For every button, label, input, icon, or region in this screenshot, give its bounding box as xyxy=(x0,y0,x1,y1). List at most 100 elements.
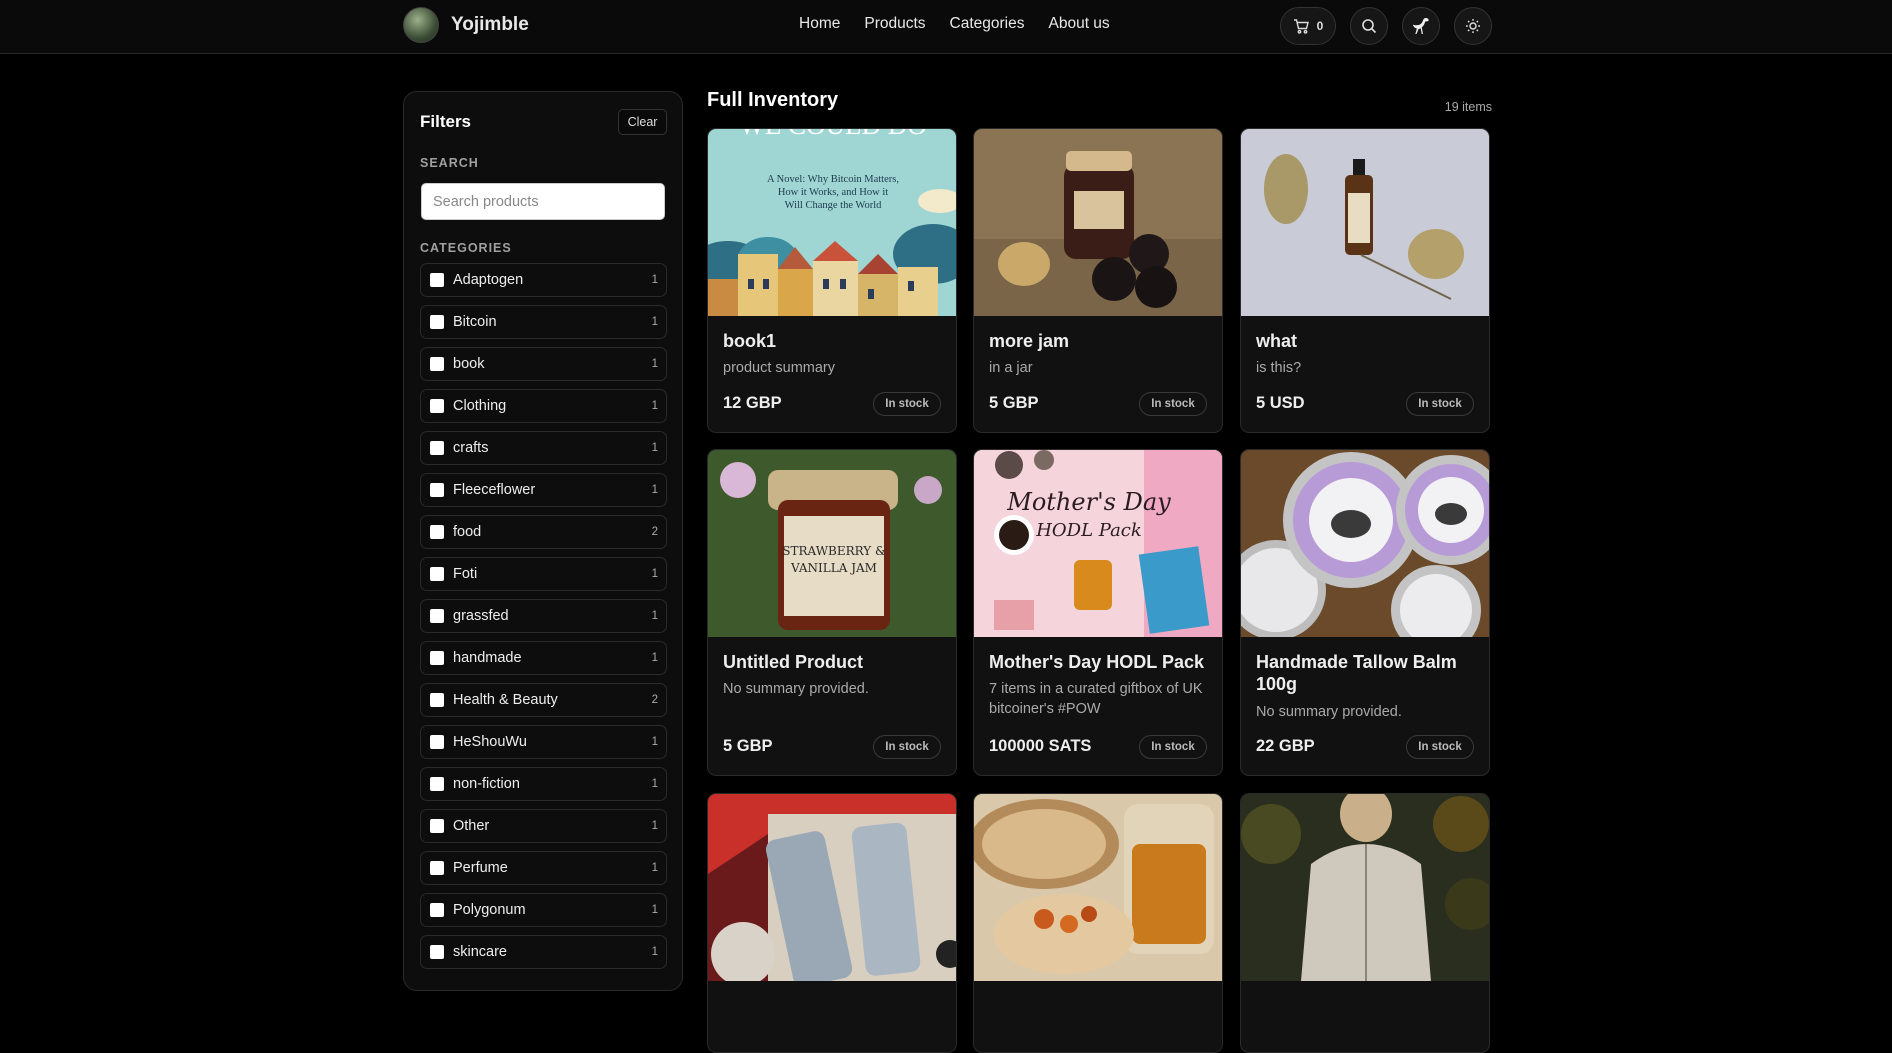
category-checkbox[interactable] xyxy=(430,609,444,623)
category-label: book xyxy=(453,356,485,372)
product-summary: No summary provided. xyxy=(1256,704,1402,720)
category-checkbox[interactable] xyxy=(430,945,444,959)
category-filter-item[interactable]: grassfed 1 xyxy=(420,599,667,633)
stock-badge: In stock xyxy=(873,735,941,759)
nostr-button[interactable] xyxy=(1402,7,1440,45)
product-summary: in a jar xyxy=(989,360,1033,376)
search-button[interactable] xyxy=(1350,7,1388,45)
category-count: 1 xyxy=(651,736,658,748)
category-checkbox[interactable] xyxy=(430,273,444,287)
product-summary: 7 items in a curated giftbox of UK bitco… xyxy=(989,681,1203,717)
product-name[interactable]: Mother's Day HODL Pack xyxy=(989,651,1209,673)
cart-icon xyxy=(1293,18,1309,34)
category-checkbox[interactable] xyxy=(430,903,444,917)
category-label: Perfume xyxy=(453,860,508,876)
category-checkbox[interactable] xyxy=(430,861,444,875)
book-cover-line1: A Novel: Why Bitcoin Matters, xyxy=(767,174,899,185)
product-name[interactable]: more jam xyxy=(989,330,1209,352)
product-image: STRAWBERRY & VANILLA JAM xyxy=(708,450,956,637)
nav-products[interactable]: Products xyxy=(864,15,925,33)
top-navbar: Yojimble Home Products Categories About … xyxy=(0,0,1892,54)
category-filter-item[interactable]: food 2 xyxy=(420,515,667,549)
category-filter-item[interactable]: Adaptogen 1 xyxy=(420,263,667,297)
category-checkbox[interactable] xyxy=(430,441,444,455)
category-label: Polygonum xyxy=(453,902,526,918)
category-checkbox[interactable] xyxy=(430,693,444,707)
category-filter-item[interactable]: Health & Beauty 2 xyxy=(420,683,667,717)
jar-label-line1: STRAWBERRY & xyxy=(782,544,886,558)
category-checkbox[interactable] xyxy=(430,399,444,413)
category-label: food xyxy=(453,524,482,540)
category-filter-item[interactable]: handmade 1 xyxy=(420,641,667,675)
book-cover-line2: How it Works, and How it xyxy=(778,187,888,198)
book-cover-line3: Will Change the World xyxy=(785,200,883,211)
product-price: 100000 SATS xyxy=(989,737,1092,755)
nav-categories[interactable]: Categories xyxy=(950,15,1025,33)
product-card-what[interactable]: what is this? 5 USD In stock xyxy=(1240,128,1490,433)
category-filter-item[interactable]: Perfume 1 xyxy=(420,851,667,885)
stock-badge: In stock xyxy=(1406,392,1474,416)
category-filter-item[interactable]: skincare 1 xyxy=(420,935,667,969)
category-count: 1 xyxy=(651,904,658,916)
nav-home[interactable]: Home xyxy=(799,15,840,33)
category-label: Bitcoin xyxy=(453,314,497,330)
product-summary: No summary provided. xyxy=(723,681,869,697)
category-filter-item[interactable]: crafts 1 xyxy=(420,431,667,465)
category-count: 1 xyxy=(651,778,658,790)
category-checkbox[interactable] xyxy=(430,777,444,791)
stock-badge: In stock xyxy=(1139,735,1207,759)
category-checkbox[interactable] xyxy=(430,483,444,497)
product-image: WE COULD DO A Novel: Why Bitcoin Matters… xyxy=(708,129,956,316)
product-name[interactable]: Untitled Product xyxy=(723,651,943,673)
category-checkbox[interactable] xyxy=(430,525,444,539)
product-name[interactable]: what xyxy=(1256,330,1476,352)
page-title: Full Inventory xyxy=(707,89,839,111)
clear-filters-button[interactable]: Clear xyxy=(618,109,667,135)
product-card-fleece-jacket[interactable] xyxy=(1240,793,1490,1053)
category-checkbox[interactable] xyxy=(430,651,444,665)
product-card-handmade-tallow-balm[interactable]: Handmade Tallow Balm 100g No summary pro… xyxy=(1240,449,1490,776)
nav-about-us[interactable]: About us xyxy=(1049,15,1110,33)
filters-panel: Filters Clear SEARCH CATEGORIES Adaptoge… xyxy=(403,91,683,991)
theme-toggle-button[interactable] xyxy=(1454,7,1492,45)
category-filter-item[interactable]: book 1 xyxy=(420,347,667,381)
category-count: 1 xyxy=(651,946,658,958)
category-label: handmade xyxy=(453,650,522,666)
category-count: 1 xyxy=(651,820,658,832)
category-count: 2 xyxy=(651,694,658,706)
category-filter-item[interactable]: Clothing 1 xyxy=(420,389,667,423)
header-tools: 0 xyxy=(1280,7,1492,45)
product-price: 5 USD xyxy=(1256,394,1305,412)
product-card-untitled[interactable]: STRAWBERRY & VANILLA JAM Untitled Produc… xyxy=(707,449,957,776)
category-count: 1 xyxy=(651,400,658,412)
brand[interactable]: Yojimble xyxy=(403,7,529,43)
category-checkbox[interactable] xyxy=(430,357,444,371)
category-count: 1 xyxy=(651,610,658,622)
search-input[interactable] xyxy=(421,183,665,220)
product-price: 12 GBP xyxy=(723,394,782,412)
product-card-chutney[interactable] xyxy=(973,793,1223,1053)
product-name[interactable]: book1 xyxy=(723,330,943,352)
cart-button[interactable]: 0 xyxy=(1280,7,1336,45)
category-checkbox[interactable] xyxy=(430,819,444,833)
product-card-book1[interactable]: WE COULD DO A Novel: Why Bitcoin Matters… xyxy=(707,128,957,433)
product-image: Mother's Day HODL Pack xyxy=(974,450,1222,637)
product-name[interactable]: Handmade Tallow Balm 100g xyxy=(1256,651,1476,695)
category-filter-item[interactable]: Polygonum 1 xyxy=(420,893,667,927)
category-filter-item[interactable]: non-fiction 1 xyxy=(420,767,667,801)
category-filter-item[interactable]: HeShouWu 1 xyxy=(420,725,667,759)
category-filter-item[interactable]: Other 1 xyxy=(420,809,667,843)
category-count: 1 xyxy=(651,442,658,454)
category-filter-item[interactable]: Fleeceflower 1 xyxy=(420,473,667,507)
product-image xyxy=(1241,129,1489,316)
category-checkbox[interactable] xyxy=(430,567,444,581)
categories-label: CATEGORIES xyxy=(420,241,512,255)
category-filter-item[interactable]: Foti 1 xyxy=(420,557,667,591)
category-checkbox[interactable] xyxy=(430,315,444,329)
product-card-more-jam[interactable]: more jam in a jar 5 GBP In stock xyxy=(973,128,1223,433)
category-label: Foti xyxy=(453,566,478,582)
product-card-mothers-day-hodl-pack[interactable]: Mother's Day HODL Pack Mother's Day HODL… xyxy=(973,449,1223,776)
category-filter-item[interactable]: Bitcoin 1 xyxy=(420,305,667,339)
category-checkbox[interactable] xyxy=(430,735,444,749)
product-card-daisy-dream[interactable] xyxy=(707,793,957,1053)
